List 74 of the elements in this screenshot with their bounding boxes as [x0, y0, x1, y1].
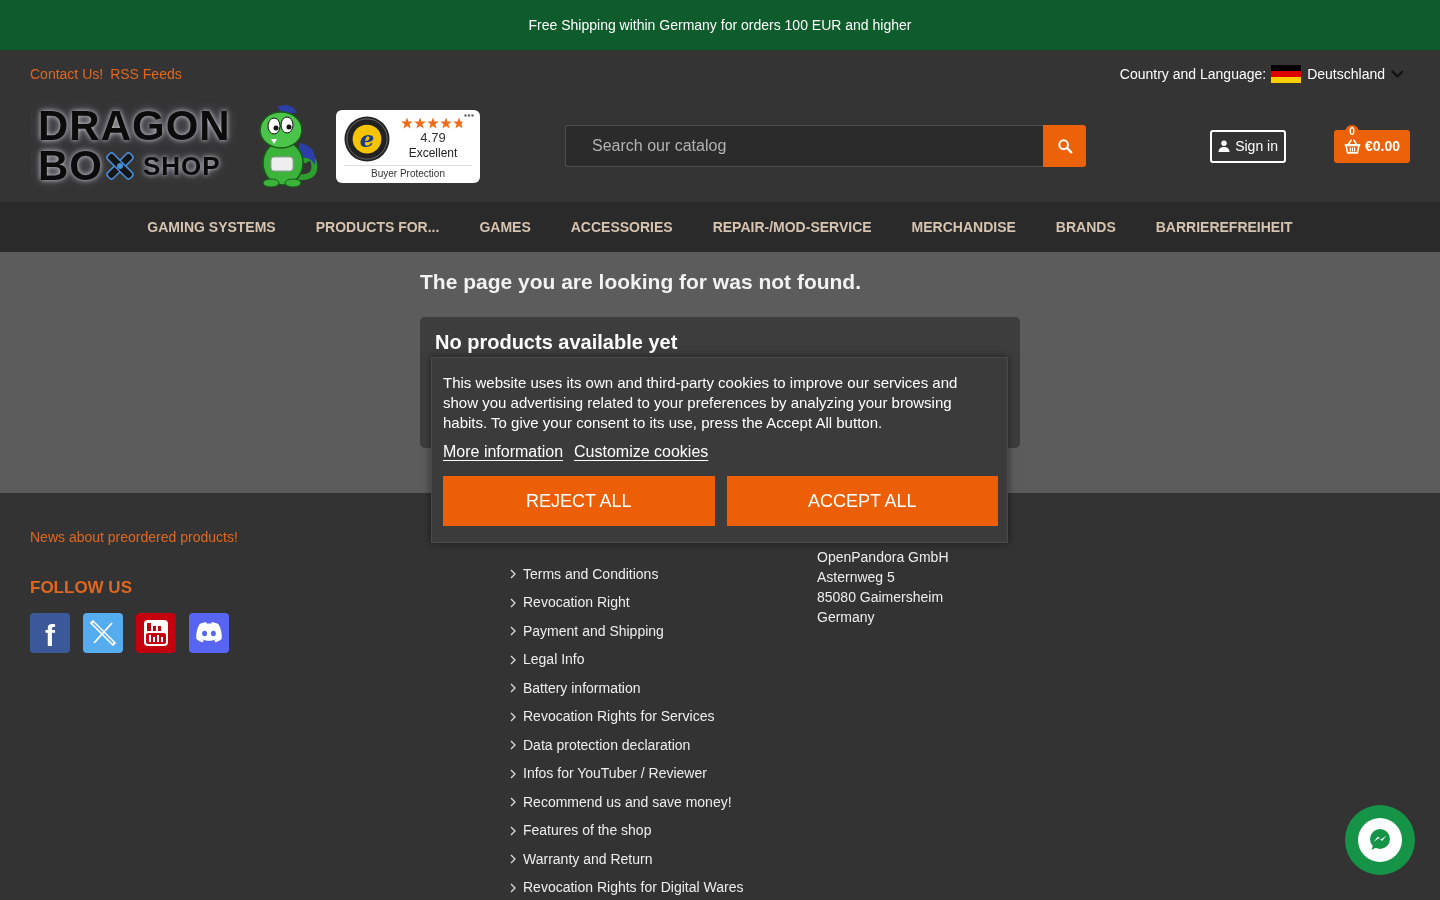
chat-icon: [1358, 818, 1402, 862]
footer-link[interactable]: Payment and Shipping: [510, 622, 744, 640]
logo-text: DRAGON: [38, 106, 232, 146]
star-icon: [414, 116, 426, 129]
youtube-icon[interactable]: [136, 613, 176, 653]
footer-link[interactable]: Infos for YouTuber / Reviewer: [510, 765, 744, 782]
discord-icon[interactable]: [189, 613, 229, 653]
nav-link[interactable]: GAMES: [479, 219, 531, 235]
footer-link[interactable]: Revocation Right: [510, 594, 744, 611]
nav-link[interactable]: ACCESSORIES: [570, 219, 673, 235]
footer-link[interactable]: Warranty and Return: [510, 850, 744, 868]
chevron-icon: [510, 597, 516, 608]
nav-link[interactable]: MERCHANDISE: [911, 219, 1016, 235]
header-link[interactable]: RSS Feeds: [110, 66, 182, 82]
footer-link[interactable]: Recommend us and save money!: [510, 793, 744, 811]
chevron-icon: [510, 654, 516, 665]
cookie-text: This website uses its own and third-party cookies to improve our services and show you advertising related to your preferences by analyzing your browsing habits. To give your consent to its use, press the Accept All button.: [443, 373, 959, 433]
chevron-icon: [510, 882, 516, 893]
header-link[interactable]: Contact Us!: [30, 66, 104, 82]
logo-text: BO: [38, 146, 103, 186]
chevron-icon: [510, 683, 516, 693]
chevron-icon: [510, 626, 516, 636]
card-title: No products available yet: [435, 330, 679, 355]
chevron-icon: [510, 569, 516, 579]
star-icon: [440, 116, 452, 129]
address-line: Asternweg 5: [817, 568, 895, 587]
rating-verdict: Excellent: [408, 145, 458, 161]
chevron-icon: [510, 711, 516, 722]
footer-link[interactable]: Battery information: [510, 679, 744, 697]
footer-link[interactable]: Legal Info: [510, 651, 744, 668]
chevron-icon: [510, 740, 516, 750]
nav-link[interactable]: BRANDS: [1055, 219, 1116, 235]
search-field[interactable]: Search our catalog: [565, 125, 1043, 167]
star-icon: [453, 116, 465, 129]
caret-icon: [1391, 70, 1404, 78]
star-icon: [427, 116, 439, 129]
footer-link[interactable]: Data protection declaration: [510, 736, 744, 754]
facebook-icon[interactable]: f: [30, 613, 70, 653]
news-link[interactable]: News about preordered products!: [30, 527, 238, 547]
footer-link[interactable]: Terms and Conditions: [510, 565, 744, 583]
sign-in-button[interactable]: Sign in: [1210, 129, 1286, 163]
seal-icon: e: [344, 115, 390, 162]
address-line: Germany: [817, 608, 875, 627]
logo-text: SHOP: [143, 151, 221, 181]
buyer-protection-label: Buyer Protection: [370, 166, 446, 181]
customize-cookies-link[interactable]: Customize cookies: [574, 442, 709, 462]
address-line: OpenPandora GmbH: [817, 548, 949, 567]
footer-link[interactable]: Revocation Rights for Services: [510, 708, 744, 725]
footer-link[interactable]: Features of the shop: [510, 822, 744, 839]
star-icon: [401, 116, 413, 129]
more-icon[interactable]: [464, 113, 474, 117]
flag-icon: [1271, 65, 1302, 83]
chevron-icon: [510, 854, 516, 864]
more-information-link[interactable]: More information: [443, 442, 564, 462]
chevron-icon: [510, 768, 516, 779]
chevron-icon: [510, 825, 516, 836]
country-language-label: Country and Language:: [1119, 66, 1267, 82]
page-title: The page you are looking for was not found.: [420, 269, 863, 295]
nav-link[interactable]: PRODUCTS FOR...: [315, 219, 440, 235]
nav-link[interactable]: GAMING SYSTEMS: [147, 219, 276, 235]
free-shipping-notice: Free Shipping within Germany for orders 100 EUR and higher: [528, 17, 912, 33]
search-button[interactable]: [1043, 125, 1086, 167]
rating-value: 4.79: [420, 128, 446, 146]
search-icon: [1056, 138, 1073, 154]
chevron-icon: [510, 797, 516, 807]
follow-heading: FOLLOW US: [30, 577, 132, 599]
nav-link[interactable]: REPAIR-/MOD-SERVICE: [712, 219, 872, 235]
trust-badge[interactable]: e 4.79 Excellent Buyer Protection: [336, 109, 480, 183]
address-line: 85080 Gaimersheim: [817, 588, 944, 607]
basket-icon: [1343, 138, 1361, 154]
country-dropdown[interactable]: Deutschland: [1271, 65, 1404, 83]
person-icon: [1218, 140, 1231, 152]
nav-link[interactable]: BARRIEREFREIHEIT: [1155, 219, 1293, 235]
footer-link[interactable]: Revocation Rights for Digital Wares: [510, 879, 744, 896]
